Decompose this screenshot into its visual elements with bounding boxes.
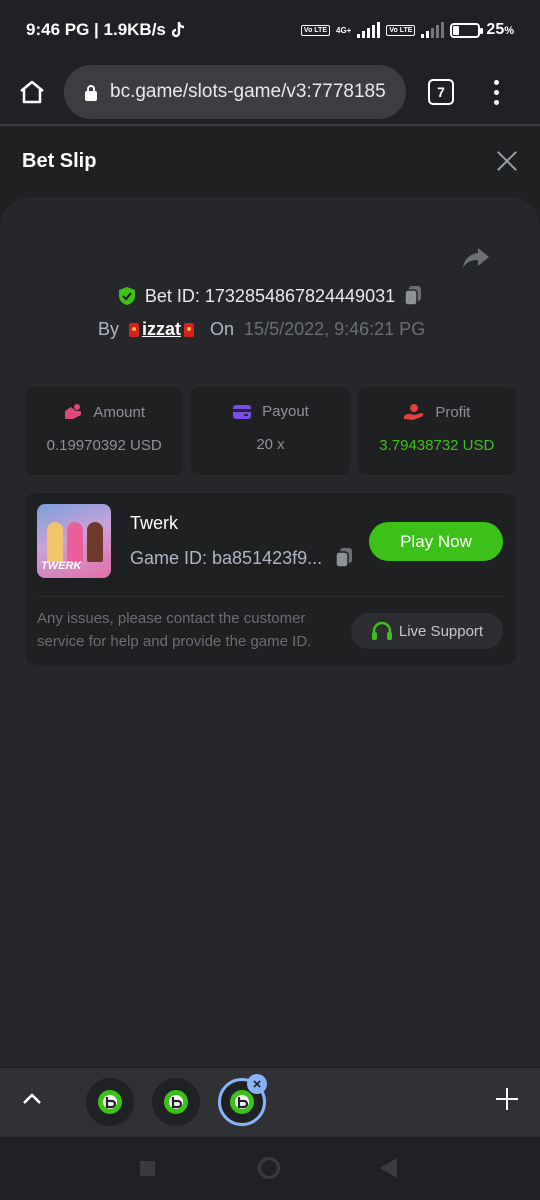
issues-text: Any issues, please contact the customer … [37, 610, 312, 650]
battery-icon [450, 22, 484, 38]
game-thumbnail[interactable]: TWERK [37, 504, 111, 578]
by-label: By [98, 319, 120, 339]
amount-icon [65, 404, 82, 419]
live-support-label: Live Support [398, 622, 484, 640]
profit-label: Profit [435, 403, 471, 421]
game-id-row: Game ID: ba851423f9... [130, 547, 354, 569]
stat-amount: Amount 0.19970392 USD [25, 387, 184, 475]
on-label: On [210, 319, 235, 339]
bet-slip-panel: Bet ID: 1732854867824449031 By izzat On … [0, 197, 540, 1067]
new-tab-icon[interactable] [496, 1088, 518, 1110]
tab-strip: × [0, 1068, 540, 1136]
volte-badge: Vo LTE [300, 24, 330, 36]
bcgame-icon [230, 1090, 254, 1114]
recents-icon[interactable] [140, 1161, 155, 1176]
back-icon[interactable] [380, 1158, 397, 1178]
bet-slip-header: Bet Slip [0, 126, 540, 196]
bet-date: 15/5/2022, 9:46:21 PG [244, 319, 426, 339]
close-tab-icon[interactable]: × [247, 1074, 267, 1094]
bcgame-icon [164, 1090, 188, 1114]
game-name: Twerk [130, 513, 179, 533]
shield-check-icon [118, 287, 135, 305]
copy-icon[interactable] [403, 285, 423, 307]
profit-value: 3.79438732 USD [379, 437, 495, 454]
close-icon[interactable] [496, 150, 518, 172]
game-card: TWERK Twerk Game ID: ba851423f9... Play … [25, 493, 516, 665]
bcgame-icon [98, 1090, 122, 1114]
username: izzat [142, 319, 182, 339]
live-support-button[interactable]: Live Support [351, 613, 503, 649]
bet-id-row: Bet ID: 1732854867824449031 [0, 285, 540, 307]
home-icon [20, 80, 44, 104]
amount-value: 0.19970392 USD [46, 437, 162, 454]
payout-icon [233, 404, 252, 419]
tab-bcgame-2[interactable] [152, 1078, 200, 1126]
home-button[interactable] [0, 60, 64, 124]
stat-payout: Payout 20 x [191, 387, 350, 475]
chevron-up-icon[interactable] [22, 1092, 42, 1106]
tab-bcgame-1[interactable] [86, 1078, 134, 1126]
stat-profit: Profit 3.79438732 USD [357, 387, 516, 475]
bet-stats: Amount 0.19970392 USD Payout 20 x Profit… [25, 387, 516, 475]
signal-icon-2 [421, 22, 445, 38]
home-nav-icon[interactable] [258, 1157, 280, 1179]
red-envelope-icon [129, 322, 140, 337]
username-link[interactable]: izzat [129, 319, 195, 340]
share-button[interactable] [462, 247, 490, 274]
card-divider [37, 596, 504, 597]
battery-fill [453, 25, 460, 35]
game-id: Game ID: ba851423f9... [130, 547, 323, 568]
url-bar[interactable]: bc.game/slots-game/v3:7778185 [64, 65, 406, 119]
status-left: 9:46 PG | 1.9KB/s [26, 20, 186, 40]
overflow-menu-button[interactable] [494, 79, 499, 105]
profit-icon [404, 404, 424, 420]
share-icon [463, 248, 489, 268]
bet-id: Bet ID: 1732854867824449031 [144, 285, 396, 306]
status-bar: 9:46 PG | 1.9KB/s Vo LTE 4G+ Vo LTE 25% [0, 0, 540, 60]
amount-label: Amount [93, 403, 146, 421]
lock-icon [85, 84, 97, 101]
status-time: 9:46 PG | 1.9KB/s [26, 20, 166, 39]
volte-badge-2: Vo LTE [386, 24, 416, 36]
tab-switcher-button[interactable]: 7 [428, 79, 454, 105]
bet-slip-title: Bet Slip [22, 149, 97, 172]
tiktok-icon [171, 21, 184, 38]
browser-toolbar: bc.game/slots-game/v3:7778185 7 [0, 60, 540, 124]
url-text: bc.game/slots-game/v3:7778185 [110, 81, 386, 102]
system-nav-bar [0, 1136, 540, 1200]
network-type: 4G+ [336, 25, 352, 35]
payout-label: Payout [262, 403, 309, 420]
bet-meta-row: By izzat On 15/5/2022, 9:46:21 PG [98, 319, 425, 340]
payout-value: 20 x [256, 436, 285, 453]
headset-icon [371, 621, 392, 640]
copy-game-id-icon[interactable] [334, 547, 354, 569]
battery-percent: 25% [486, 21, 514, 38]
signal-icon [357, 22, 381, 38]
play-now-button[interactable]: Play Now [369, 522, 503, 561]
status-right: Vo LTE 4G+ Vo LTE 25% [300, 21, 514, 39]
red-envelope-icon [184, 322, 195, 337]
thumbnail-title: TWERK [41, 560, 82, 572]
